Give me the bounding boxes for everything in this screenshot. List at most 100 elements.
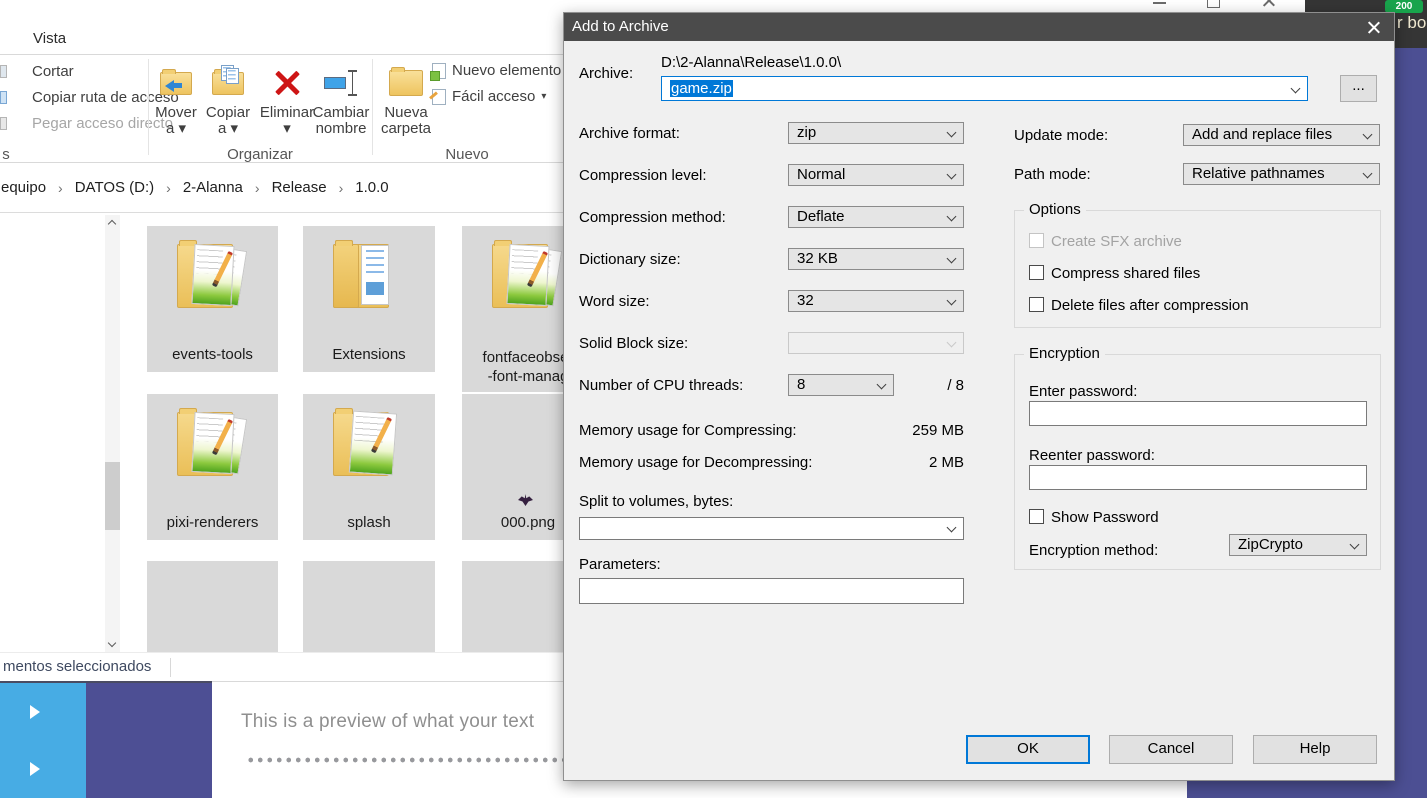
- chevron-down-icon: [947, 523, 957, 533]
- breadcrumb-item-release[interactable]: Release: [272, 179, 327, 196]
- copy-to-label2: a ▾: [218, 121, 238, 137]
- close-icon[interactable]: [1261, 0, 1276, 8]
- scroll-up-icon[interactable]: [108, 220, 116, 228]
- compress-shared-checkbox[interactable]: [1029, 265, 1044, 280]
- show-password-checkbox[interactable]: [1029, 509, 1044, 524]
- encryption-method-select[interactable]: ZipCrypto: [1229, 534, 1367, 556]
- ribbon: Cortar Copiar ruta de acceso Pegar acces…: [0, 54, 563, 163]
- breadcrumb-item-100[interactable]: 1.0.0: [355, 179, 388, 196]
- cancel-button[interactable]: Cancel: [1109, 735, 1233, 764]
- list-item-placeholder[interactable]: [147, 561, 278, 652]
- chevron-down-icon: ▾: [541, 91, 546, 102]
- browse-button[interactable]: ...: [1340, 75, 1377, 102]
- delete-label: Eliminar: [260, 105, 314, 121]
- delete-button[interactable]: Eliminar ▾: [258, 61, 316, 137]
- new-folder-button[interactable]: Nueva carpeta: [378, 61, 434, 137]
- memory-decompress-label: Memory usage for Decompressing:: [579, 454, 812, 471]
- play-arrow-icon[interactable]: [30, 762, 40, 776]
- parameters-label: Parameters:: [579, 556, 661, 573]
- encryption-group: Encryption Enter password: Reenter passw…: [1014, 354, 1381, 570]
- breadcrumb-separator: ›: [166, 180, 171, 196]
- scrollbar[interactable]: [105, 215, 120, 652]
- encryption-method-label: Encryption method:: [1029, 542, 1158, 559]
- solid-block-size-label: Solid Block size:: [579, 335, 688, 352]
- memory-decompress-value: 2 MB: [844, 454, 964, 471]
- parameters-input[interactable]: [579, 578, 964, 604]
- move-to-label: Mover: [155, 105, 197, 121]
- archive-name-value: game.zip: [670, 80, 733, 97]
- delete-after-checkbox[interactable]: [1029, 297, 1044, 312]
- delete-label2: ▾: [283, 121, 291, 137]
- copy-to-button[interactable]: Copiar a ▾: [202, 61, 254, 137]
- ribbon-separator: [148, 59, 149, 155]
- archive-label: Archive:: [579, 65, 633, 82]
- move-to-button[interactable]: Mover a ▾: [150, 61, 202, 137]
- chevron-down-icon: [947, 338, 957, 348]
- compression-method-select[interactable]: Deflate: [788, 206, 964, 228]
- breadcrumb-separator: ›: [58, 180, 63, 196]
- cpu-threads-label: Number of CPU threads:: [579, 377, 743, 394]
- dictionary-size-select[interactable]: 32 KB: [788, 248, 964, 270]
- move-to-icon: [160, 72, 192, 95]
- tab-vista[interactable]: Vista: [33, 30, 66, 47]
- chevron-down-icon: [1363, 169, 1373, 179]
- solid-block-size-select: [788, 332, 964, 354]
- play-arrow-icon[interactable]: [30, 705, 40, 719]
- rename-icon: [324, 69, 358, 97]
- folder-documents-icon: [165, 404, 261, 496]
- preview-text: This is a preview of what your text: [241, 711, 534, 733]
- folder-document-icon: [321, 404, 417, 496]
- encryption-group-label: Encryption: [1024, 345, 1105, 362]
- ribbon-separator: [372, 59, 373, 155]
- cpu-threads-max: / 8: [894, 377, 964, 394]
- memory-compress-label: Memory usage for Compressing:: [579, 422, 797, 439]
- item-label: splash: [303, 513, 435, 532]
- ok-button[interactable]: OK: [966, 735, 1090, 764]
- update-mode-label: Update mode:: [1014, 127, 1108, 144]
- new-item-button[interactable]: Nuevo elemento ▾: [432, 62, 572, 79]
- update-mode-select[interactable]: Add and replace files: [1183, 124, 1380, 146]
- enter-password-label: Enter password:: [1029, 383, 1137, 400]
- close-icon[interactable]: [1366, 20, 1381, 35]
- compression-level-select[interactable]: Normal: [788, 164, 964, 186]
- archive-format-select[interactable]: zip: [788, 122, 964, 144]
- cpu-threads-select[interactable]: 8: [788, 374, 894, 396]
- breadcrumb-item-datos[interactable]: DATOS (D:): [75, 179, 154, 196]
- list-item-splash[interactable]: splash: [303, 394, 435, 540]
- maximize-icon[interactable]: [1207, 0, 1220, 8]
- easy-access-button[interactable]: Fácil acceso ▾: [432, 88, 546, 105]
- carousel-sidebar: [0, 681, 86, 798]
- word-size-select[interactable]: 32: [788, 290, 964, 312]
- move-to-label2: a ▾: [166, 121, 186, 137]
- split-volumes-label: Split to volumes, bytes:: [579, 493, 733, 510]
- help-button[interactable]: Help: [1253, 735, 1377, 764]
- ribbon-cut-button[interactable]: Cortar: [32, 63, 74, 80]
- list-item-placeholder[interactable]: [303, 561, 435, 652]
- list-item-extensions[interactable]: Extensions: [303, 226, 435, 372]
- minimize-icon[interactable]: [1153, 2, 1166, 4]
- archive-name-combobox[interactable]: game.zip: [661, 76, 1308, 101]
- easy-access-icon: [432, 89, 446, 105]
- list-item-pixi-renderers[interactable]: pixi-renderers: [147, 394, 278, 540]
- split-volumes-combobox[interactable]: [579, 517, 964, 540]
- folder-documents-icon: [165, 236, 261, 328]
- scrollbar-thumb[interactable]: [105, 462, 120, 530]
- selection-status: mentos seleccionados: [3, 658, 151, 675]
- chevron-down-icon: [947, 128, 957, 138]
- show-password-label: Show Password: [1051, 509, 1159, 526]
- archive-directory: D:\2-Alanna\Release\1.0.0\: [661, 54, 841, 71]
- scroll-down-icon[interactable]: [108, 639, 116, 647]
- breadcrumb-item-2-alanna[interactable]: 2-Alanna: [183, 179, 243, 196]
- rename-button[interactable]: Cambiar nombre: [313, 61, 369, 137]
- folder-documents-icon: [480, 236, 576, 328]
- reenter-password-label: Reenter password:: [1029, 447, 1155, 464]
- dialog-title: Add to Archive: [572, 13, 669, 41]
- chevron-down-icon[interactable]: [1291, 84, 1301, 94]
- chevron-down-icon: [947, 212, 957, 222]
- enter-password-input[interactable]: [1029, 401, 1367, 426]
- breadcrumb-item-equipo[interactable]: equipo: [1, 179, 46, 196]
- list-item-events-tools[interactable]: events-tools: [147, 226, 278, 372]
- path-mode-select[interactable]: Relative pathnames: [1183, 163, 1380, 185]
- dotted-line: [246, 757, 566, 763]
- reenter-password-input[interactable]: [1029, 465, 1367, 490]
